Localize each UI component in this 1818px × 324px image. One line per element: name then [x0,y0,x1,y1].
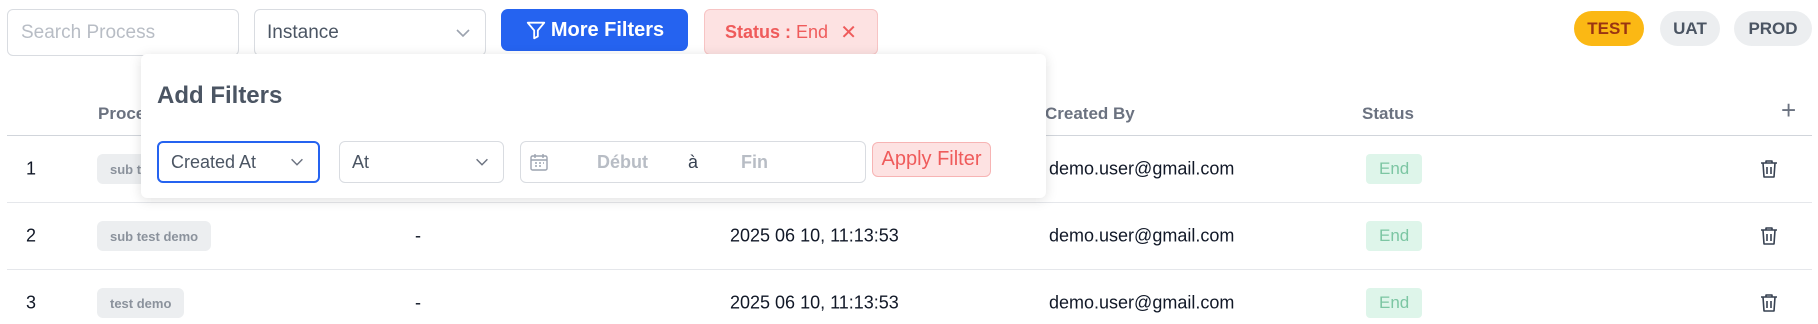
process-tag: sub test demo [97,221,212,251]
filter-field-select[interactable]: Created At [157,141,320,183]
active-filter-chip: Status : End ✕ [704,9,878,55]
row-index: 1 [26,158,37,179]
add-filters-popover: Add Filters Created At At Début à Fin Ap… [141,54,1046,198]
created-by-cell: demo.user@gmail.com [1049,158,1235,179]
created-at-cell: 2025 06 10, 11:13:53 [730,292,899,313]
filter-icon [526,21,545,40]
column-header-status: Status [1362,104,1414,123]
env-prod-badge[interactable]: PROD [1734,11,1812,46]
row-index: 2 [26,225,37,246]
trash-icon[interactable] [1757,291,1781,315]
process-tag: test demo [97,288,185,318]
more-filters-button[interactable]: More Filters [501,9,688,51]
table-row[interactable]: 3 test demo - 2025 06 10, 11:13:53 demo.… [7,270,1812,324]
date-start-input[interactable]: Début [597,152,648,173]
date-end-input[interactable]: Fin [741,152,768,173]
status-badge: End [1366,288,1423,318]
filter-operator-select[interactable]: At [339,141,504,183]
filter-chip-key: Status : [725,21,792,42]
trash-icon[interactable] [1757,224,1781,248]
add-column-icon[interactable]: + [1781,95,1796,126]
trash-icon[interactable] [1757,157,1781,181]
instance-select[interactable]: Instance [254,9,486,56]
created-by-cell: demo.user@gmail.com [1049,292,1235,313]
env-uat-badge[interactable]: UAT [1660,11,1720,46]
created-by-cell: demo.user@gmail.com [1049,225,1235,246]
row-index: 3 [26,292,37,313]
more-filters-label: More Filters [550,18,665,41]
chevron-down-icon [476,158,488,166]
filter-operator-value: At [352,151,370,172]
column-header-process: Proce [98,104,146,123]
created-at-cell: 2025 06 10, 11:13:53 [730,225,899,246]
date-range-separator: à [688,152,699,172]
chevron-down-icon [456,28,470,37]
status-badge: End [1366,154,1423,184]
close-icon[interactable]: ✕ [840,20,857,45]
status-badge: End [1366,221,1423,251]
instance-select-value: Instance [267,21,339,43]
filter-chip-value: End [796,21,829,42]
column-header-created-by: Created By [1045,104,1135,123]
date-range-picker[interactable]: Début à Fin [520,141,866,183]
chevron-down-icon [291,158,303,166]
version-cell: - [415,225,421,246]
apply-filter-button[interactable]: Apply Filter [872,142,991,177]
calendar-icon [530,154,548,171]
table-row[interactable]: 2 sub test demo - 2025 06 10, 11:13:53 d… [7,203,1812,270]
env-test-badge[interactable]: TEST [1574,11,1644,46]
add-filters-title: Add Filters [157,82,283,109]
search-input[interactable] [7,9,239,56]
version-cell: - [415,292,421,313]
filter-field-value: Created At [171,151,257,172]
